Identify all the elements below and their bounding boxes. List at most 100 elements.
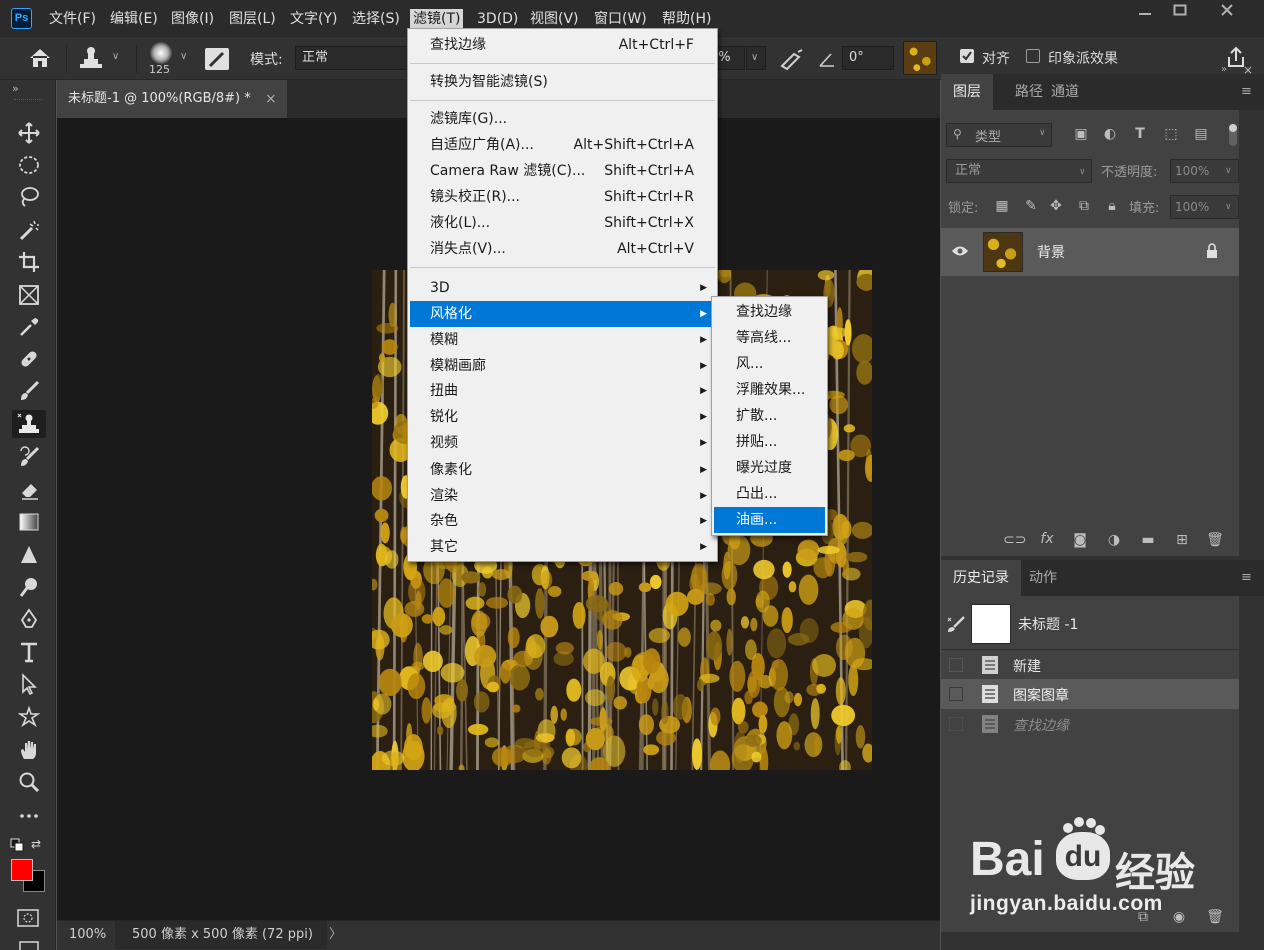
menu-type[interactable]: 文字(Y) (287, 9, 340, 29)
tab-actions[interactable]: 动作 (1017, 560, 1069, 596)
pattern-swatch[interactable] (903, 41, 937, 75)
lock-all-icon[interactable]: 🔒︎ (1103, 196, 1121, 216)
fill-field[interactable]: 100% ∨ (1170, 195, 1239, 219)
new-snapshot-icon[interactable]: ◉ (1169, 907, 1189, 927)
chevron-down-icon[interactable]: ∨ (180, 51, 187, 62)
delete-state-icon[interactable]: 🗑︎ (1205, 907, 1225, 927)
lock-position-icon[interactable]: ✥ (1047, 196, 1065, 216)
menu-item-pixelate[interactable]: 像素化 ▶ (410, 457, 715, 483)
menu-item-video[interactable]: 视频 ▶ (410, 430, 715, 456)
history-state-row-undone[interactable]: 查找边缘 (941, 709, 1239, 739)
tab-layers[interactable]: 图层 (941, 74, 993, 110)
menu-item-liquify[interactable]: 液化(L)... Shift+Ctrl+X (410, 210, 715, 236)
more-tools-icon[interactable] (12, 802, 46, 830)
menu-3d[interactable]: 3D(D) (474, 9, 521, 29)
submenu-item-emboss[interactable]: 浮雕效果... (714, 377, 825, 403)
menu-item-blur-gallery[interactable]: 模糊画廊 ▶ (410, 353, 715, 379)
blend-mode-select[interactable]: 正常 ∨ (946, 159, 1092, 183)
menu-item-camera-raw[interactable]: Camera Raw 滤镜(C)... Shift+Ctrl+A (410, 158, 715, 184)
default-colors-icon[interactable] (10, 838, 24, 856)
clone-stamp-tool-icon[interactable] (78, 46, 104, 74)
menu-item-sharpen[interactable]: 锐化 ▶ (410, 404, 715, 430)
menu-item-blur[interactable]: 模糊 ▶ (410, 327, 715, 353)
submenu-item-oil-paint[interactable]: 油画... (714, 507, 825, 533)
flow-dropdown-icon[interactable]: ∨ (746, 46, 766, 70)
quick-mask-icon[interactable] (17, 909, 39, 931)
zoom-tool-icon[interactable] (12, 768, 46, 796)
menu-item-stylize[interactable]: 风格化 ▶ (410, 301, 715, 327)
history-brush-tool-icon[interactable] (12, 443, 46, 471)
zoom-level[interactable]: 100% (69, 921, 106, 949)
smart-object-filter-icon[interactable]: ▤ (1191, 124, 1211, 144)
history-source-checkbox[interactable] (949, 717, 963, 731)
panel-menu-icon[interactable]: ≡ (1241, 84, 1252, 99)
clone-stamp-tool-icon[interactable] (12, 410, 46, 438)
path-selection-tool-icon[interactable] (12, 670, 46, 698)
menu-item-render[interactable]: 渲染 ▶ (410, 483, 715, 509)
dodge-tool-icon[interactable] (12, 573, 46, 601)
snapshot-thumbnail[interactable] (971, 604, 1011, 644)
swap-colors-icon[interactable]: ⇄ (31, 837, 41, 851)
menu-item-distort[interactable]: 扭曲 ▶ (410, 378, 715, 404)
tab-history[interactable]: 历史记录 (941, 560, 1021, 596)
align-checkbox[interactable] (960, 49, 974, 63)
menu-item-noise[interactable]: 杂色 ▶ (410, 508, 715, 534)
screen-mode-icon[interactable] (19, 940, 39, 950)
menu-item-convert-smart-filters[interactable]: 转换为智能滤镜(S) (410, 69, 715, 95)
submenu-item-solarize[interactable]: 曝光过度 (714, 455, 825, 481)
layer-row[interactable]: 背景 (941, 228, 1239, 276)
close-icon[interactable] (1204, 0, 1250, 28)
menu-item-adaptive-wide-angle[interactable]: 自适应广角(A)... Alt+Shift+Ctrl+A (410, 132, 715, 158)
chevron-down-icon[interactable]: ∨ (112, 51, 119, 62)
marquee-tool-icon[interactable] (12, 151, 46, 179)
menu-edit[interactable]: 编辑(E) (107, 9, 161, 29)
layer-name[interactable]: 背景 (1037, 242, 1065, 262)
frame-tool-icon[interactable] (12, 281, 46, 309)
menu-select[interactable]: 选择(S) (349, 9, 403, 29)
menu-layer[interactable]: 图层(L) (226, 9, 279, 29)
type-layer-filter-icon[interactable]: T (1130, 124, 1150, 144)
pixel-layer-filter-icon[interactable]: ▣ (1071, 124, 1091, 144)
menu-view[interactable]: 视图(V) (527, 9, 582, 29)
menu-item-3d[interactable]: 3D ▶ (410, 275, 715, 301)
lock-transparent-pixels-icon[interactable]: ▦ (993, 196, 1011, 216)
lasso-tool-icon[interactable] (12, 183, 46, 211)
brush-panel-toggle-icon[interactable] (205, 48, 229, 70)
submenu-item-diffuse[interactable]: 扩散... (714, 403, 825, 429)
crop-tool-icon[interactable] (12, 248, 46, 276)
brush-tool-icon[interactable] (12, 377, 46, 405)
type-tool-icon[interactable] (12, 638, 46, 666)
history-source-checkbox[interactable] (949, 658, 963, 672)
status-menu-arrow[interactable]: 〉 (329, 921, 342, 949)
document-tab[interactable]: 未标题-1 @ 100%(RGB/8#) * × (57, 80, 287, 118)
new-adjustment-layer-icon[interactable]: ◑ (1104, 530, 1124, 550)
submenu-item-tiles[interactable]: 拼贴... (714, 429, 825, 455)
shape-layer-filter-icon[interactable]: ⬚ (1161, 124, 1181, 144)
filter-toggle-switch[interactable] (1229, 124, 1237, 146)
menu-item-last-filter[interactable]: 查找边缘 Alt+Ctrl+F (410, 32, 715, 58)
impressionist-checkbox[interactable] (1026, 49, 1040, 63)
eraser-tool-icon[interactable] (12, 476, 46, 504)
airbrush-icon[interactable] (778, 48, 804, 74)
history-state-row[interactable]: 新建 (941, 651, 1239, 679)
maximize-icon[interactable] (1157, 0, 1203, 28)
move-tool-icon[interactable] (12, 119, 46, 147)
submenu-item-extrude[interactable]: 凸出... (714, 481, 825, 507)
menu-item-lens-correction[interactable]: 镜头校正(R)... Shift+Ctrl+R (410, 184, 715, 210)
eyedropper-tool-icon[interactable] (12, 313, 46, 341)
layer-filter-select[interactable]: ⚲ 类型 ∨ (946, 123, 1052, 147)
history-brush-source-icon[interactable] (946, 615, 966, 637)
menu-item-vanishing-point[interactable]: 消失点(V)... Alt+Ctrl+V (410, 236, 715, 262)
history-source-checkbox[interactable] (949, 687, 963, 701)
angle-field[interactable]: 0° (842, 46, 894, 70)
mode-select[interactable]: 正常 (295, 46, 410, 70)
lock-image-pixels-icon[interactable]: ✎ (1022, 196, 1040, 216)
adjustment-layer-filter-icon[interactable]: ◐ (1100, 124, 1120, 144)
menu-help[interactable]: 帮助(H) (659, 9, 714, 29)
delete-layer-icon[interactable]: 🗑︎ (1205, 530, 1225, 550)
gradient-tool-icon[interactable] (12, 508, 46, 536)
tab-channels[interactable]: 通道 (1039, 74, 1091, 110)
blur-tool-icon[interactable] (12, 541, 46, 569)
menu-image[interactable]: 图像(I) (168, 9, 217, 29)
submenu-item-find-edges[interactable]: 查找边缘 (714, 299, 825, 325)
